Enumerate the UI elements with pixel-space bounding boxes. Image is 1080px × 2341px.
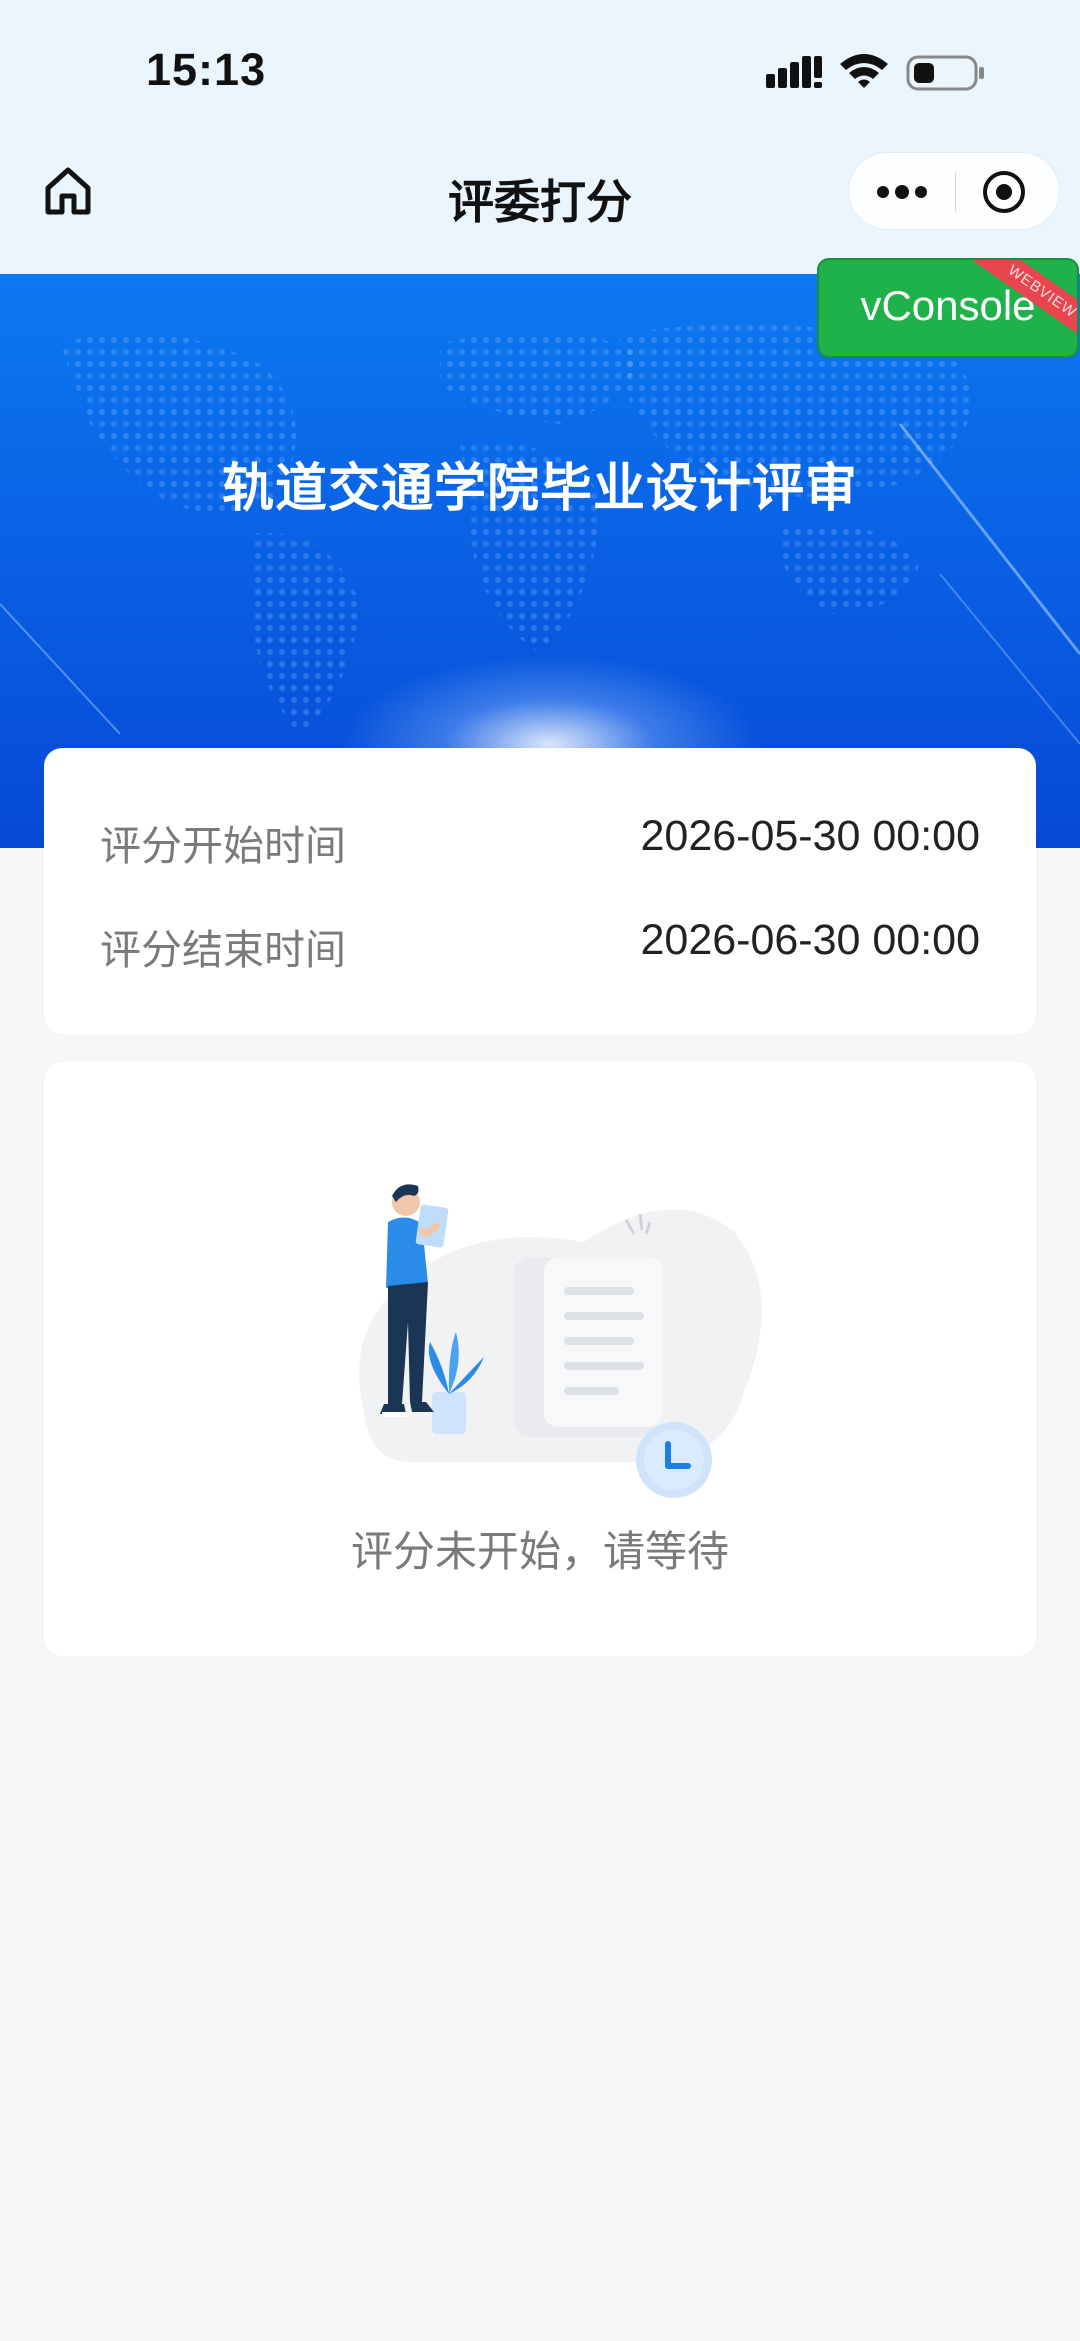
page: 15:13 评委打分 轨道交通学院毕业设计评审 vConsole WEBVIEW… [0, 0, 1080, 2341]
start-time-row: 评分开始时间 2026-05-30 00:00 [100, 812, 980, 872]
signal-icon [766, 56, 822, 88]
top-chrome: 15:13 评委打分 [0, 0, 1080, 274]
start-time-label: 评分开始时间 [100, 822, 346, 870]
status-message: 评分未开始，请等待 [350, 1527, 729, 1576]
end-time-value: 2026-06-30 00:00 [640, 916, 980, 964]
battery-icon [906, 55, 984, 91]
mini-program-capsule [848, 152, 1060, 230]
schedule-card: 评分开始时间 2026-05-30 00:00 评分结束时间 2026-06-3… [44, 748, 1036, 1034]
banner-title: 轨道交通学院毕业设计评审 [221, 459, 858, 519]
target-close-icon[interactable] [981, 169, 1027, 215]
end-time-label: 评分结束时间 [100, 926, 346, 974]
waiting-illustration [359, 1184, 762, 1498]
end-time-row: 评分结束时间 2026-06-30 00:00 [100, 916, 980, 976]
status-card: 评分未开始，请等待 [44, 1062, 1036, 1656]
more-dots-icon[interactable] [875, 171, 929, 213]
status-time: 15:13 [146, 44, 267, 95]
vconsole-button[interactable]: vConsole WEBVIEW [817, 258, 1079, 358]
wifi-icon [840, 54, 888, 88]
start-time-value: 2026-05-30 00:00 [640, 812, 980, 860]
navigation-bar: 评委打分 [0, 140, 1080, 274]
status-bar: 15:13 [0, 0, 1080, 140]
capsule-divider [955, 173, 956, 211]
